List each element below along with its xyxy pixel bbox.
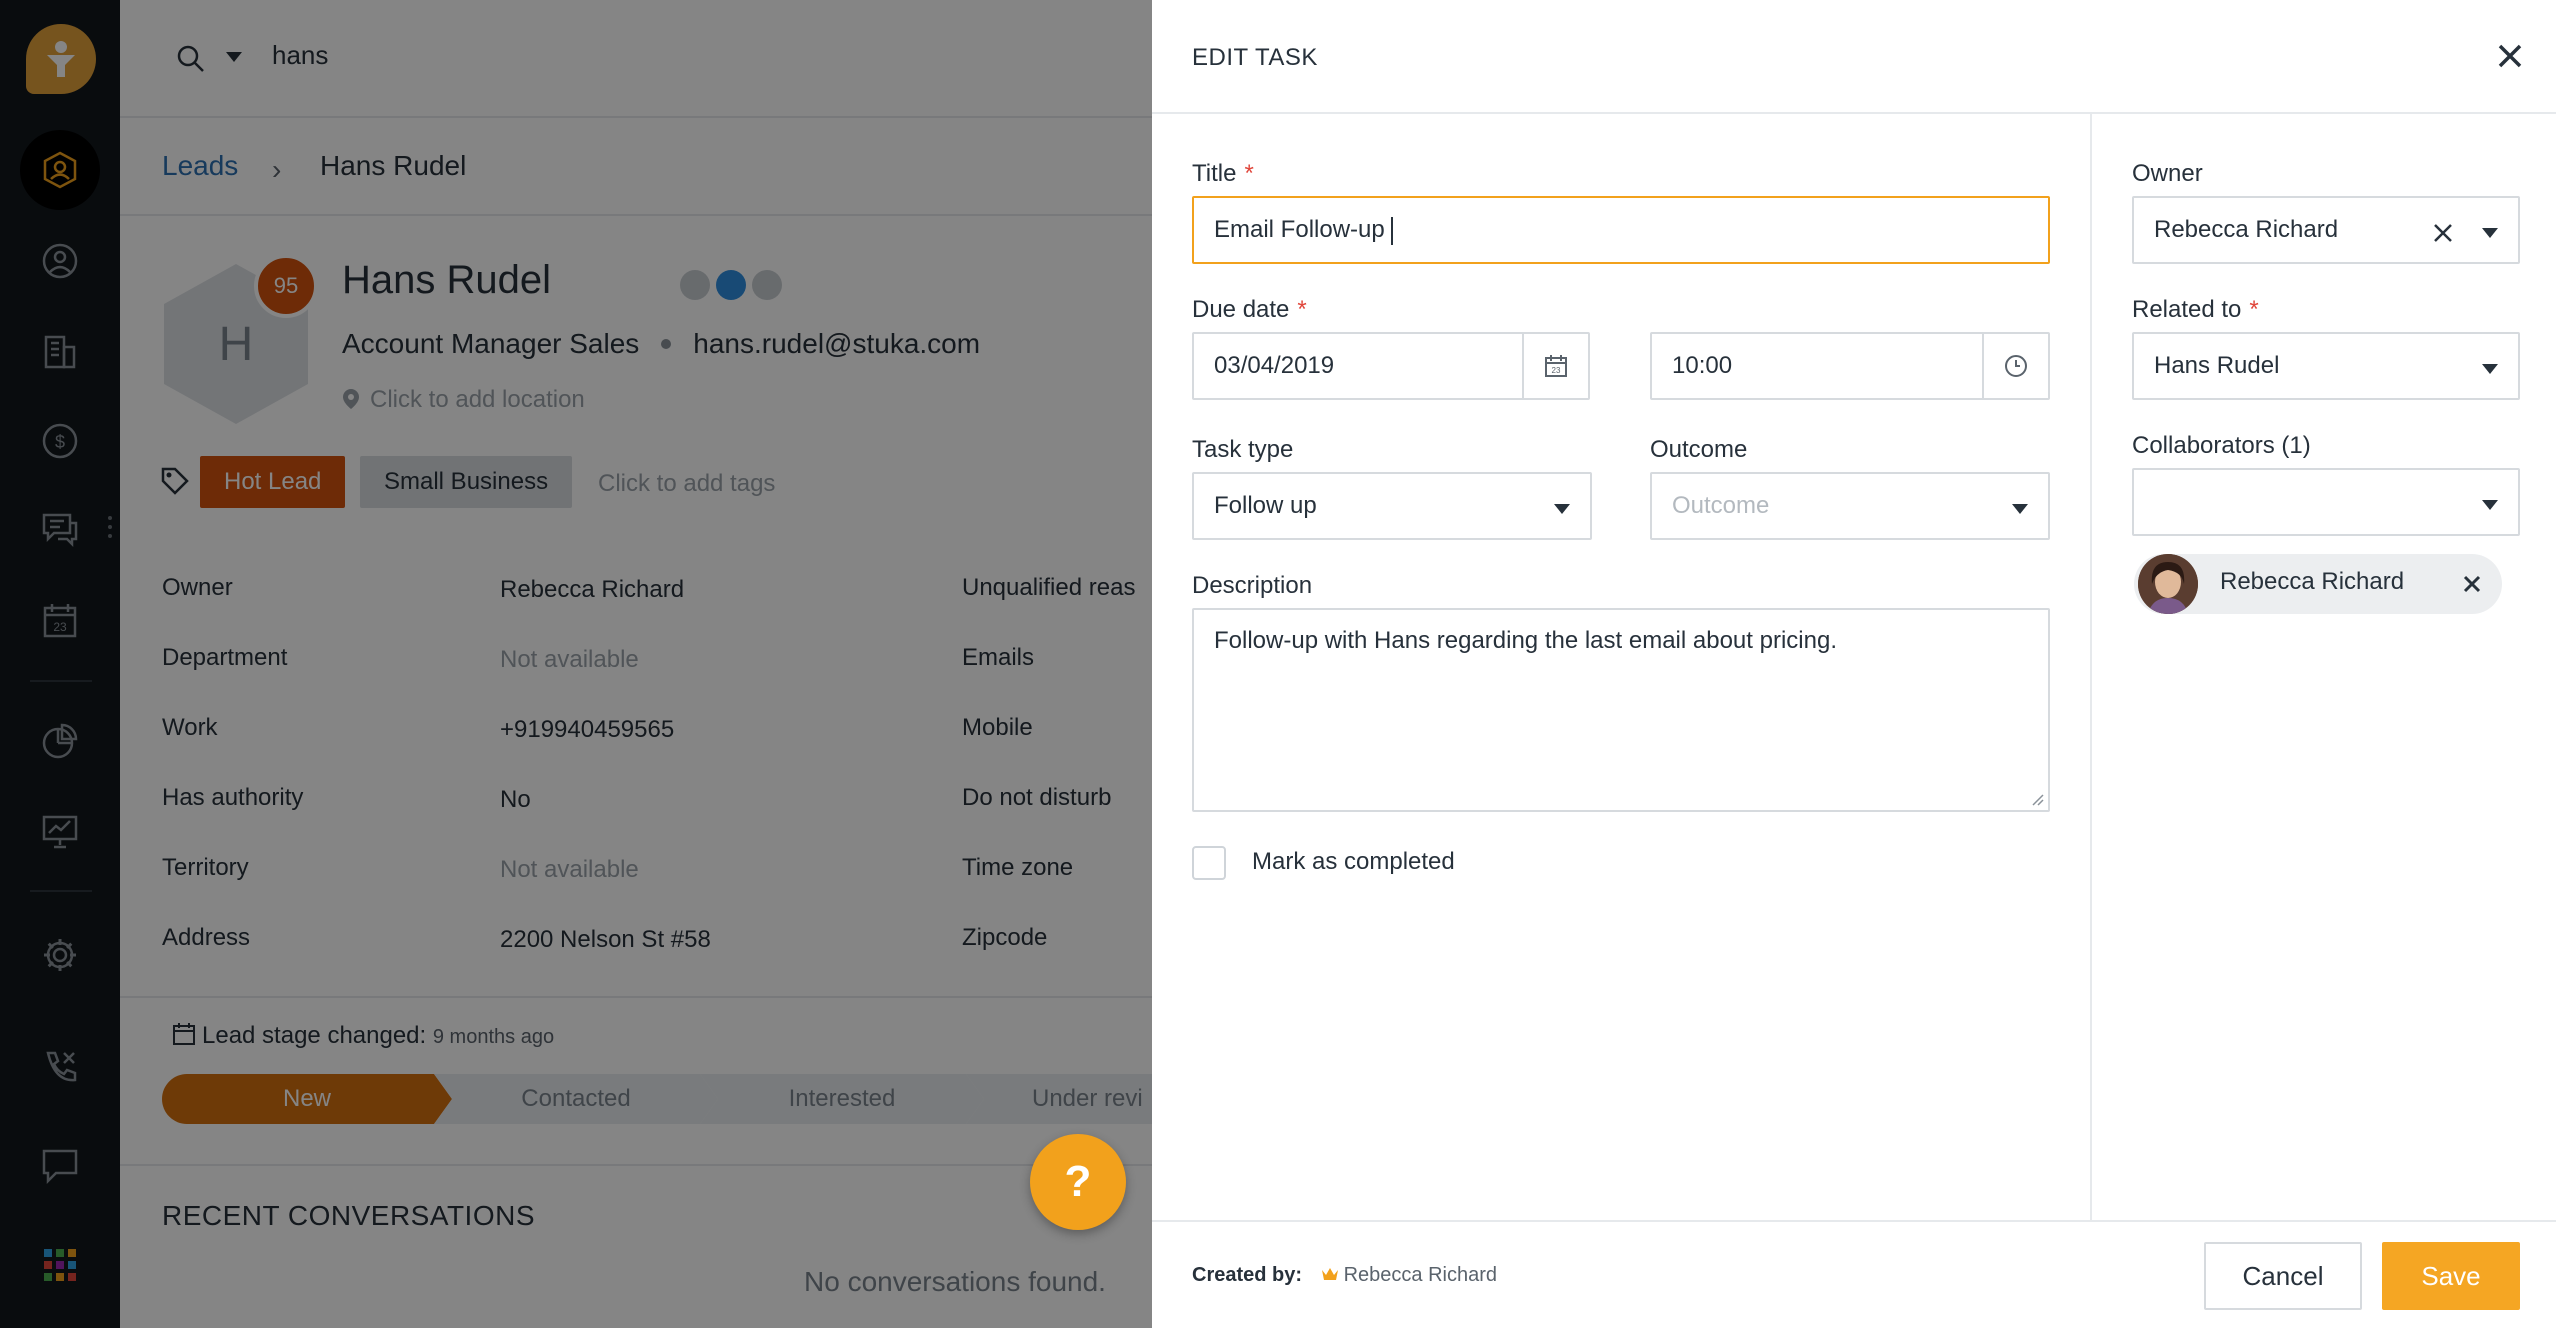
modal-header: EDIT TASK [1152, 0, 2556, 114]
title-input-value: Email Follow-up [1214, 216, 1385, 243]
avatar [2138, 554, 2198, 614]
due-time-value: 10:00 [1672, 352, 1733, 379]
title-label-text: Title [1192, 160, 1237, 187]
outcome-label: Outcome [1650, 436, 1748, 463]
chevron-down-icon [2012, 504, 2028, 514]
task-type-value: Follow up [1214, 492, 1317, 519]
related-to-label-text: Related to [2132, 296, 2242, 323]
modal-backdrop[interactable] [0, 0, 1152, 1328]
description-label: Description [1192, 572, 1313, 599]
required-asterisk: * [1297, 296, 1307, 323]
crown-icon [1321, 1267, 1338, 1280]
edit-task-modal: EDIT TASK Title * Email Follow-up Due dat… [1152, 0, 2556, 1328]
title-label: Title * [1192, 160, 1254, 188]
clear-icon[interactable] [2432, 222, 2454, 244]
created-by-name: Rebecca Richard [1343, 1264, 1498, 1286]
date-picker-button[interactable]: 23 [1522, 334, 1588, 398]
save-button[interactable]: Save [2382, 1242, 2520, 1310]
remove-collaborator-icon[interactable] [2462, 574, 2482, 594]
owner-select[interactable]: Rebecca Richard [2132, 196, 2520, 264]
mark-completed-label[interactable]: Mark as completed [1252, 848, 1455, 876]
chevron-down-icon [1554, 504, 1570, 514]
outcome-select[interactable]: Outcome [1650, 472, 2050, 540]
chevron-down-icon [2482, 228, 2498, 238]
collaborator-name: Rebecca Richard [2220, 568, 2405, 595]
chevron-down-icon [2482, 364, 2498, 374]
related-to-label: Related to * [2132, 296, 2259, 324]
due-date-label-text: Due date [1192, 296, 1290, 323]
task-type-select[interactable]: Follow up [1192, 472, 1592, 540]
task-type-label: Task type [1192, 436, 1294, 463]
description-value: Follow-up with Hans regarding the last e… [1214, 627, 1837, 654]
required-asterisk: * [1244, 160, 1254, 187]
cancel-button[interactable]: Cancel [2204, 1242, 2362, 1310]
due-date-input[interactable]: 03/04/2019 23 [1192, 332, 1590, 400]
related-to-select[interactable]: Hans Rudel [2132, 332, 2520, 400]
text-cursor [1390, 216, 1393, 245]
collaborator-chip: Rebecca Richard [2134, 554, 2502, 614]
column-divider [2090, 114, 2092, 1220]
resize-handle-icon[interactable] [2030, 792, 2044, 806]
calendar-icon: 23 [1545, 355, 1567, 377]
due-date-value: 03/04/2019 [1214, 352, 1335, 379]
help-button[interactable]: ? [1030, 1134, 1126, 1230]
related-to-value: Hans Rudel [2154, 352, 2280, 379]
time-picker-button[interactable] [1982, 334, 2048, 398]
collaborators-label: Collaborators (1) [2132, 432, 2311, 459]
mark-completed-checkbox[interactable] [1192, 846, 1226, 880]
collaborators-select[interactable] [2132, 468, 2520, 536]
title-input[interactable]: Email Follow-up [1192, 196, 2050, 264]
clock-icon [2005, 355, 2027, 377]
modal-title: EDIT TASK [1192, 44, 1318, 71]
created-by-label: Created by: [1192, 1264, 1303, 1286]
due-date-label: Due date * [1192, 296, 1307, 324]
description-textarea[interactable]: Follow-up with Hans regarding the last e… [1192, 608, 2050, 812]
svg-text:23: 23 [1552, 366, 1561, 375]
owner-label: Owner [2132, 160, 2203, 187]
created-by: Created by: Rebecca Richard [1192, 1264, 1497, 1287]
due-time-input[interactable]: 10:00 [1650, 332, 2050, 400]
close-icon[interactable] [2494, 40, 2526, 72]
outcome-placeholder: Outcome [1672, 492, 1770, 519]
chevron-down-icon [2482, 500, 2498, 510]
required-asterisk: * [2249, 296, 2259, 323]
owner-value: Rebecca Richard [2154, 216, 2339, 243]
